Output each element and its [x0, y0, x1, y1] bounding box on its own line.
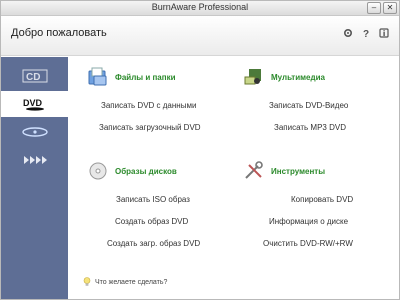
svg-text:DVD: DVD: [23, 98, 43, 108]
main-panel: Файлы и папки Записать DVD с данными Зап…: [69, 57, 399, 299]
section-files-title: Файлы и папки: [115, 72, 176, 82]
burn-iso-link[interactable]: Записать ISO образ: [116, 195, 190, 204]
section-media-title: Мультимедиа: [271, 72, 325, 82]
cd-logo-icon: CD: [22, 69, 47, 83]
svg-text:?: ?: [363, 29, 369, 38]
settings-icon[interactable]: [343, 28, 353, 38]
title-bar: BurnAware Professional – ✕: [1, 1, 399, 16]
bluray-logo-icon: [21, 127, 48, 137]
burn-boot-dvd-link[interactable]: Записать загрузочный DVD: [99, 123, 201, 132]
multimedia-icon: [244, 69, 261, 85]
lightbulb-icon: [83, 277, 91, 286]
sidebar-item-dvd[interactable]: DVD: [1, 91, 68, 117]
header: Добро пожаловать ?: [1, 16, 399, 56]
disc-image-icon: [89, 162, 107, 180]
section-images-title: Образы дисков: [115, 166, 177, 176]
section-files: Файлы и папки: [87, 67, 176, 87]
sidebar: CD DVD: [1, 57, 68, 299]
copy-dvd-link[interactable]: Копировать DVD: [291, 195, 353, 204]
section-tools: Инструменты: [243, 161, 325, 181]
section-images: Образы дисков: [87, 161, 177, 181]
tools-icon: [245, 161, 263, 179]
close-button[interactable]: ✕: [383, 2, 397, 14]
burn-mp3-dvd-link[interactable]: Записать MP3 DVD: [274, 123, 346, 132]
section-media: Мультимедиа: [243, 67, 325, 87]
sidebar-item-audio[interactable]: [1, 147, 68, 173]
window-title: BurnAware Professional: [151, 2, 249, 12]
window-controls: – ✕: [367, 2, 397, 14]
sidebar-item-bluray[interactable]: [1, 119, 68, 145]
footer-hint-text: Что желаете сделать?: [95, 278, 168, 286]
disc-info-link[interactable]: Информация о диске: [269, 217, 348, 226]
dvd-logo-icon: DVD: [23, 98, 44, 111]
app-window: BurnAware Professional – ✕ Добро пожалов…: [0, 0, 400, 300]
forward-arrows-icon: [23, 156, 47, 164]
section-tools-title: Инструменты: [271, 166, 326, 176]
files-folder-icon: [88, 67, 107, 86]
info-icon[interactable]: [379, 28, 389, 38]
burn-dvd-video-link[interactable]: Записать DVD-Видео: [269, 101, 348, 110]
sidebar-item-cd[interactable]: CD: [1, 63, 68, 89]
minimize-button[interactable]: –: [367, 2, 381, 14]
burn-data-dvd-link[interactable]: Записать DVD с данными: [101, 101, 196, 110]
create-dvd-image-link[interactable]: Создать образ DVD: [115, 217, 188, 226]
footer-hint: Что желаете сделать?: [83, 277, 167, 287]
header-icons: ?: [343, 28, 389, 38]
svg-text:CD: CD: [26, 72, 40, 83]
erase-dvd-link[interactable]: Очистить DVD-RW/+RW: [263, 239, 353, 248]
welcome-title: Добро пожаловать: [11, 27, 107, 39]
create-boot-image-link[interactable]: Создать загр. образ DVD: [107, 239, 200, 248]
help-icon[interactable]: ?: [361, 28, 371, 38]
